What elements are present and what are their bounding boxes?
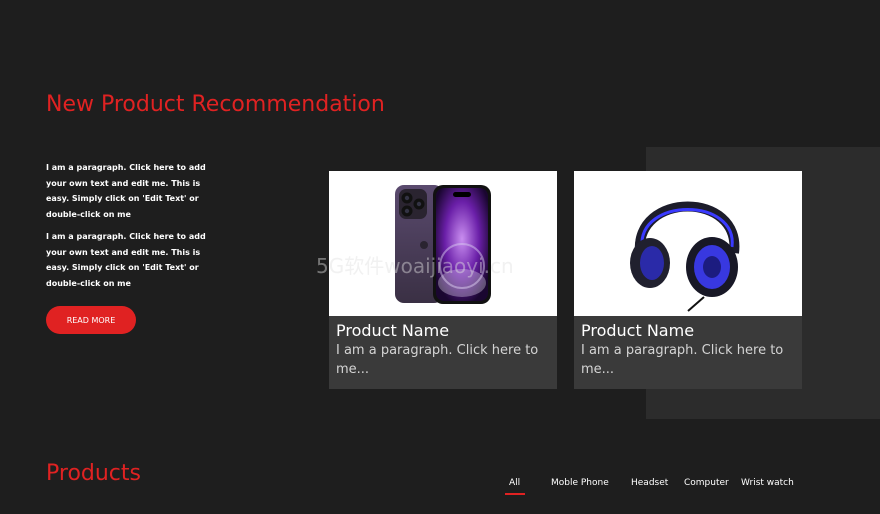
product-description: I am a paragraph. Click here to me... — [336, 343, 539, 377]
section-title-new-products: New Product Recommendation — [46, 92, 385, 117]
product-card-2[interactable]: Product Name I am a paragraph. Click her… — [574, 171, 802, 389]
headset-icon — [630, 201, 740, 312]
product-description: I am a paragraph. Click here to me... — [581, 343, 784, 377]
smartphone-icon — [395, 185, 491, 304]
intro-paragraph-1: I am a paragraph. Click here to add your… — [46, 163, 206, 219]
tab-computer[interactable]: Computer — [684, 478, 729, 488]
tab-mobile-phone[interactable]: Moble Phone — [551, 478, 609, 488]
product-image-headset[interactable] — [574, 171, 802, 316]
tab-wrist-watch[interactable]: Wrist watch — [741, 478, 794, 488]
intro-paragraph-2: I am a paragraph. Click here to add your… — [46, 232, 206, 288]
tab-headset[interactable]: Headset — [631, 478, 668, 488]
product-name[interactable]: Product Name — [336, 322, 557, 339]
read-more-button[interactable]: READ MORE — [46, 306, 136, 334]
section-title-products: Products — [46, 461, 141, 486]
product-name[interactable]: Product Name — [581, 322, 802, 339]
product-image-smartphone[interactable] — [329, 171, 557, 316]
product-card-1[interactable]: Product Name I am a paragraph. Click her… — [329, 171, 557, 389]
tab-all[interactable]: All — [509, 478, 520, 488]
active-tab-indicator — [505, 493, 525, 495]
